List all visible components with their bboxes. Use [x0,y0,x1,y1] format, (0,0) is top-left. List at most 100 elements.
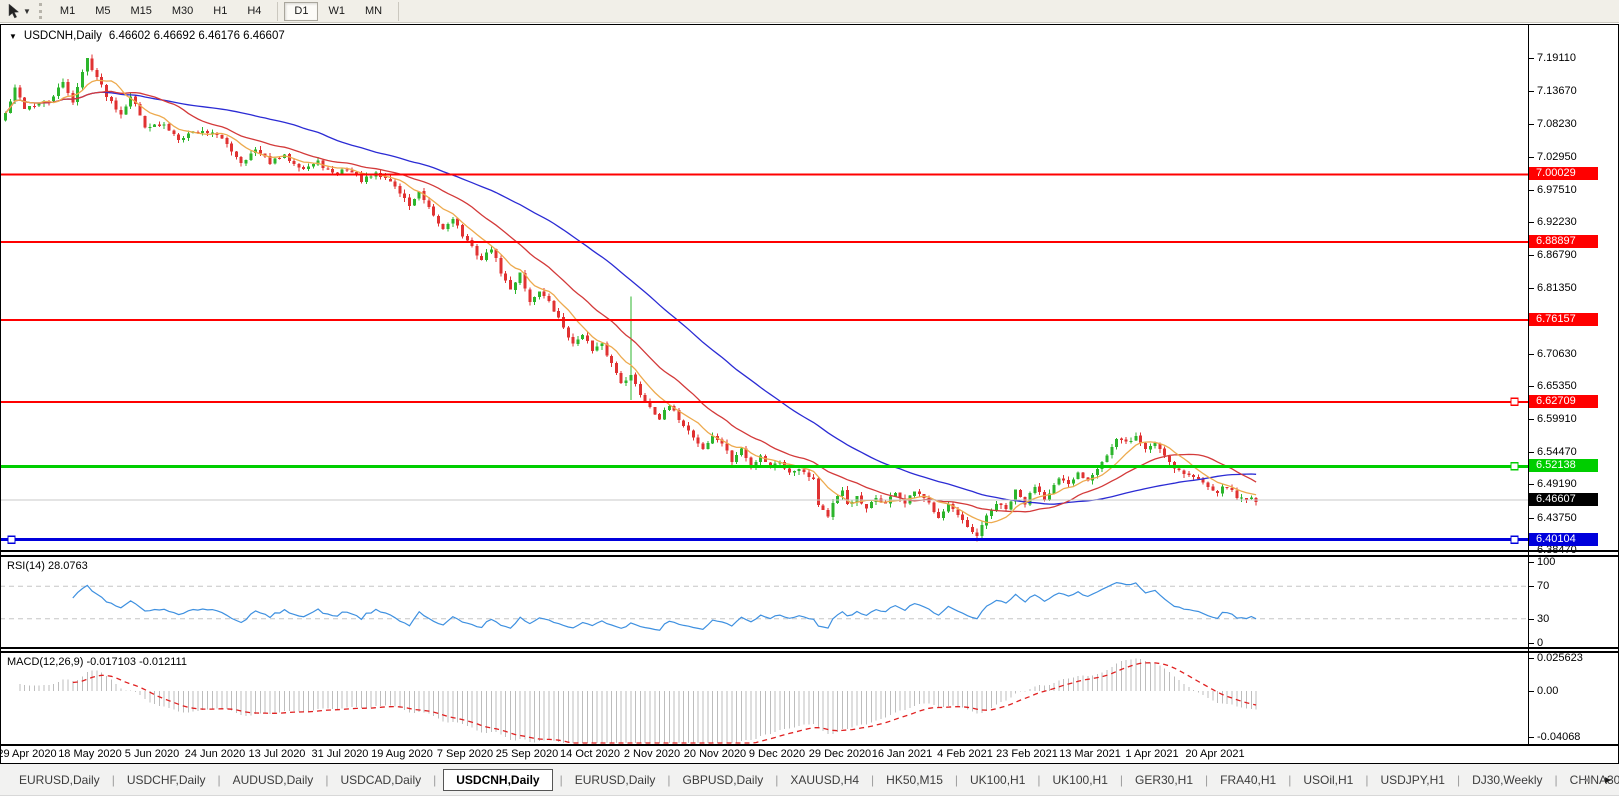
rsi-panel[interactable] [0,557,1528,647]
price-level-badge[interactable]: 7.00029 [1529,167,1598,180]
candle-body [499,258,503,274]
chart-tab[interactable]: EURUSD,Daily [14,771,105,789]
candle-body [311,163,315,167]
timeframe-button-M1[interactable]: M1 [50,2,85,21]
price-level-badge[interactable]: 6.52138 [1529,459,1598,472]
chart-tab[interactable]: USDJPY,H1 [1375,771,1449,789]
rsi-tick-mark [1529,643,1534,644]
timeframe-button-M5[interactable]: M5 [85,2,120,21]
candle-body [1249,497,1253,499]
chart-tab[interactable]: UK100,H1 [1048,771,1113,789]
candle-body [451,218,455,224]
macd-tick-mark [1529,658,1534,659]
candle-body [600,343,604,347]
price-tick-label: 7.08230 [1537,118,1577,130]
candle-body [412,199,416,206]
timeframe-button-D1[interactable]: D1 [284,1,319,21]
macd-tick-label: -0.04068 [1537,731,1581,743]
price-level-badge[interactable]: 6.40104 [1529,533,1598,546]
chart-menu-arrow-icon[interactable]: ▼ [9,32,17,41]
chart-tab[interactable]: DJ30,Weekly [1467,771,1547,789]
candle-body [403,193,407,198]
price-level-badge[interactable]: 6.88897 [1529,235,1598,248]
chart-tab[interactable]: USDCHF,Daily [122,771,211,789]
candle-body [485,252,488,260]
candle-body [590,340,594,351]
candle-body [932,502,936,512]
price-tick-label: 6.81350 [1537,282,1577,294]
candle-body [1095,469,1099,475]
candle-body [595,346,599,351]
chart-title: ▼ USDCNH,Daily 6.46602 6.46692 6.46176 6… [9,30,285,42]
timeframe-button-H1[interactable]: H1 [203,2,237,21]
chart-tab[interactable]: USOil,H1 [1298,771,1358,789]
candle-body [571,337,575,344]
chart-tab[interactable]: AUDUSD,Daily [228,771,319,789]
candle-body [706,443,710,449]
price-tick-label: 6.97510 [1537,184,1577,196]
cursor-tool-button[interactable]: ▼ [4,2,34,20]
candle-body [225,138,229,144]
level-handle[interactable] [1510,462,1519,471]
candle-body [66,82,70,93]
candle-body [812,477,816,479]
candle-body [369,176,373,178]
chart-tab[interactable]: USDCNH,Daily [443,768,553,791]
level-handle[interactable] [1510,397,1519,407]
separator-main-rsi-b[interactable] [0,555,1619,557]
tab-separator: | [1119,772,1123,787]
macd-tick-label: 0.025623 [1537,652,1583,664]
level-handle[interactable] [7,535,16,544]
candle-body [576,339,580,344]
chevron-down-icon[interactable]: ▼ [23,7,31,16]
candle-body [239,156,243,164]
candle-body [966,520,969,527]
price-tick-mark [1529,354,1534,355]
price-tick-label: 6.70630 [1537,348,1577,360]
candle-body [432,206,436,216]
candle-body [739,448,743,456]
candle-body [393,181,397,187]
candle-body [941,511,945,519]
timeframe-button-MN[interactable]: MN [355,2,392,21]
separator-rsi-macd-b[interactable] [0,651,1619,653]
chart-tab[interactable]: FRA40,H1 [1215,771,1281,789]
timeframe-button-H4[interactable]: H4 [237,2,271,21]
separator-rsi-macd-a[interactable] [0,647,1619,649]
price-level-badge[interactable]: 6.76157 [1529,313,1598,326]
candle-body [1110,447,1114,455]
chart-tab[interactable]: UK100,H1 [965,771,1030,789]
candle-body [788,468,792,473]
chart-tab[interactable]: USDCAD,Daily [335,771,426,789]
candle-body [292,160,296,164]
chart-tab[interactable]: HK50,M15 [881,771,948,789]
chart-tab[interactable]: EURUSD,Daily [570,771,661,789]
candle-body [1235,490,1239,498]
candle-body [917,491,921,495]
timeframe-button-M30[interactable]: M30 [162,2,203,21]
candle-body [826,510,830,517]
candle-body [1071,479,1075,484]
main-chart-panel[interactable] [0,25,1528,550]
price-tick-label: 6.49190 [1537,478,1577,490]
chart-tab[interactable]: GER30,H1 [1130,771,1198,789]
toolbar-grip[interactable] [38,3,42,19]
timeframe-button-W1[interactable]: W1 [318,2,355,21]
chart-tab[interactable]: GBPUSD,Daily [678,771,769,789]
chart-tab[interactable]: XAUUSD,H4 [785,771,864,789]
price-tick-label: 6.43750 [1537,512,1577,524]
candle-body [990,510,994,516]
tab-scroll-left-icon[interactable]: ◄ [1582,775,1592,786]
candle-body [258,149,262,154]
macd-panel[interactable] [0,653,1528,744]
separator-main-rsi-a[interactable] [0,550,1619,552]
timeframe-button-M15[interactable]: M15 [120,2,161,21]
tab-scroll-right-icon[interactable]: ► [1603,775,1613,786]
candle-body [90,58,94,70]
price-tick-mark [1529,484,1534,485]
candle-body [518,272,522,283]
candle-body [220,134,224,139]
level-handle[interactable] [1510,535,1519,544]
price-level-badge[interactable]: 6.62709 [1529,395,1598,408]
candle-body [1057,478,1061,485]
